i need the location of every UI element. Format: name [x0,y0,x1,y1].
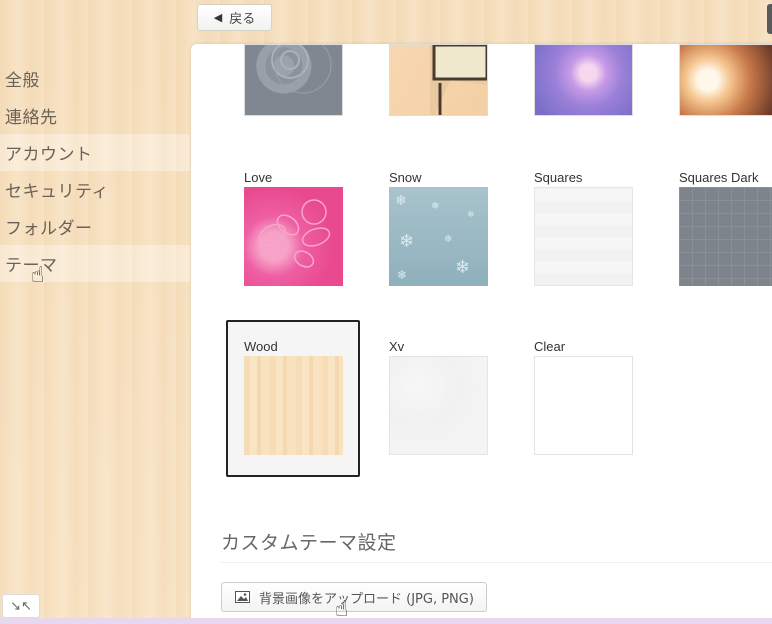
sidebar-item-label: 全般 [5,71,40,91]
section-divider [221,562,772,563]
svg-text:❄: ❄ [397,268,407,282]
collapse-button[interactable]: ↘↖ [2,594,40,618]
theme-label: Love [244,170,273,185]
theme-tile-squares[interactable] [534,187,633,286]
upload-background-button[interactable]: 背景画像をアップロード (JPG, PNG) [221,582,487,612]
theme-tile-love[interactable] [244,187,343,286]
sidebar-item-label: フォルダー [5,219,93,239]
sidebar-item-label: 連絡先 [5,108,58,128]
sidebar-item-general[interactable]: 全般 [0,60,190,97]
theme-tile[interactable] [679,44,772,116]
hand-cursor-icon: ☝ [31,263,45,288]
upload-button-label: 背景画像をアップロード (JPG, PNG) [259,591,474,607]
room-pattern [430,43,489,115]
theme-tile-squares-dark[interactable] [679,187,772,286]
settings-sidebar: 全般 連絡先 アカウント セキュリティ フォルダー テーマ [0,60,190,282]
theme-tile-clear[interactable] [534,356,633,455]
svg-text:❄: ❄ [444,234,452,245]
svg-text:❄: ❄ [395,193,407,209]
theme-settings-panel: Love Snow ❄ ❄ ❄ ❄ ❄ ❄ ❄ Squares Squares … [191,36,772,624]
sidebar-item-security[interactable]: セキュリティ [0,171,190,208]
flower-pattern [258,199,331,268]
theme-label: Clear [534,339,566,354]
sidebar-item-label: セキュリティ [5,182,109,202]
custom-theme-title: カスタムテーマ設定 [221,532,397,554]
sidebar-item-folders[interactable]: フォルダー [0,208,190,245]
theme-label: Wood [244,339,278,354]
image-icon [235,591,250,603]
back-button-label: 戻る [229,12,256,27]
theme-label: Squares Dark [679,170,759,185]
theme-tile[interactable] [244,36,343,116]
svg-text:❄: ❄ [467,210,475,220]
sidebar-item-label: アカウント [5,145,93,165]
theme-tile-wood[interactable] [244,356,343,455]
theme-label: Snow [389,170,422,185]
collapse-icon: ↘↖ [10,598,32,614]
back-button[interactable]: ◀ 戻る [197,4,272,31]
circles-pattern [271,36,332,94]
svg-text:❄: ❄ [431,201,439,212]
theme-label: Xv [389,339,405,354]
theme-tile[interactable] [534,44,633,116]
theme-label: Squares [534,170,583,185]
svg-text:❄: ❄ [399,231,414,252]
sidebar-item-theme[interactable]: テーマ [0,245,190,282]
bottom-bar [0,618,772,624]
theme-tile-xv[interactable] [389,356,488,455]
theme-tile[interactable] [389,43,489,116]
arrow-left-icon: ◀ [213,11,223,24]
theme-tile-snow[interactable]: ❄ ❄ ❄ ❄ ❄ ❄ ❄ [389,187,488,286]
sidebar-item-account[interactable]: アカウント [0,134,190,171]
toolbar-edge [767,4,772,34]
svg-text:❄: ❄ [455,257,470,278]
snowflake-pattern: ❄ ❄ ❄ ❄ ❄ ❄ ❄ [395,193,475,282]
sidebar-item-contacts[interactable]: 連絡先 [0,97,190,134]
